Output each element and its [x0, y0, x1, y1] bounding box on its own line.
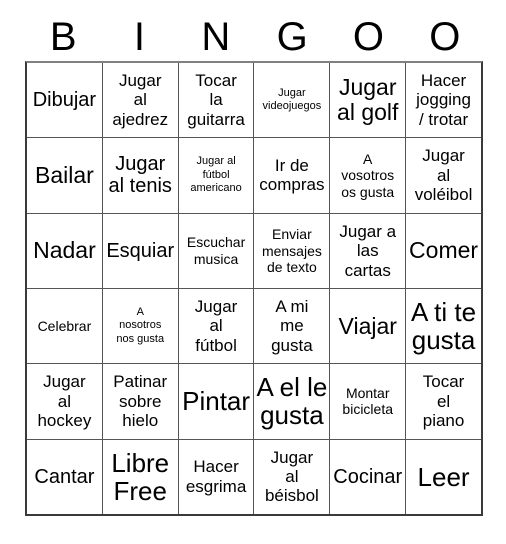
bingo-row: Nadar Esquiar Escuchar musica Enviar men…	[27, 213, 481, 289]
bingo-row: Bailar Jugar al tenis Jugar al fútbol am…	[27, 138, 481, 214]
header-letter-4: G	[276, 15, 308, 59]
bingo-row: Cantar Libre Free Hacer esgrima Jugar al…	[27, 439, 481, 514]
bingo-cell[interactable]: Jugar al hockey	[27, 364, 103, 439]
bingo-cell-label: Jugar al fútbol americano	[190, 155, 242, 195]
bingo-cell-label: Jugar al fútbol	[194, 297, 238, 355]
header-letter-2: I	[133, 15, 146, 59]
bingo-cell-label: Patinar sobre hielo	[113, 372, 168, 431]
bingo-cell-label: Esquiar	[106, 239, 175, 262]
bingo-cell-label: Jugar al hockey	[37, 372, 92, 431]
bingo-cell[interactable]: Escuchar musica	[179, 213, 255, 288]
bingo-cell[interactable]: A mi me gusta	[254, 288, 331, 364]
bingo-cell-label: Ir de compras	[259, 156, 325, 195]
bingo-row: Jugar al hockey Patinar sobre hielo Pint…	[27, 364, 481, 440]
header-letter-5: O	[352, 15, 385, 59]
bingo-cell-label: Jugar al tenis	[108, 153, 172, 198]
bingo-cell[interactable]: A ti te gusta	[406, 289, 481, 363]
bingo-cell[interactable]: Patinar sobre hielo	[103, 364, 179, 439]
bingo-cell[interactable]: Hacer jogging / trotar	[406, 63, 481, 137]
bingo-cell[interactable]: A nosotros nos gusta	[103, 288, 179, 364]
bingo-cell[interactable]: Jugar al golf	[330, 63, 407, 138]
bingo-cell-label: Celebrar	[37, 317, 92, 334]
bingo-cell[interactable]: Viajar	[330, 288, 407, 364]
bingo-cell[interactable]: A vosotros os gusta	[330, 138, 407, 213]
bingo-cell[interactable]: Hacer esgrima	[179, 439, 255, 514]
bingo-cell-label: Hacer jogging / trotar	[416, 71, 471, 129]
bingo-cell[interactable]: Comer	[406, 214, 481, 288]
bingo-cell-label: A mi me gusta	[271, 297, 313, 355]
bingo-cell-label: A el le gusta	[256, 372, 328, 431]
bingo-cell-label: Comer	[409, 237, 479, 264]
bingo-cell-label: Viajar	[338, 312, 397, 339]
bingo-cell[interactable]: Celebrar	[27, 288, 103, 364]
bingo-cell-free[interactable]: Libre Free	[103, 439, 179, 514]
bingo-cell-label: Jugar al voléibol	[414, 146, 473, 205]
bingo-grid: Dibujar Jugar al ajedrez Tocar la guitar…	[25, 61, 483, 516]
bingo-cell[interactable]: Ir de compras	[254, 138, 331, 213]
bingo-cell[interactable]: Montar bicicleta	[330, 364, 407, 439]
bingo-cell-label: A vosotros os gusta	[341, 150, 395, 200]
bingo-cell[interactable]: Jugar al béisbol	[254, 439, 331, 514]
bingo-row: Dibujar Jugar al ajedrez Tocar la guitar…	[27, 63, 481, 139]
bingo-cell[interactable]: A el le gusta	[254, 364, 331, 439]
bingo-cell-label: Hacer esgrima	[185, 457, 247, 496]
bingo-cell-label: Jugar al golf	[337, 73, 399, 126]
bingo-cell[interactable]: Nadar	[27, 213, 103, 288]
bingo-cell[interactable]: Esquiar	[103, 213, 179, 288]
bingo-cell-label: Cocinar	[333, 465, 403, 488]
bingo-cell[interactable]: Jugar al ajedrez	[103, 63, 179, 138]
header-letter-6: O	[429, 15, 461, 59]
bingo-cell-label: Tocar la guitarra	[187, 71, 245, 129]
bingo-cell-label: Enviar mensajes de texto	[261, 226, 322, 276]
bingo-cell-label: Jugar al béisbol	[264, 447, 319, 506]
bingo-cell-label: Montar bicicleta	[342, 384, 394, 418]
bingo-cell[interactable]: Cantar	[27, 439, 103, 514]
bingo-cell-label: Leer	[417, 461, 470, 492]
bingo-cell[interactable]: Jugar al voléibol	[406, 138, 481, 212]
bingo-cell[interactable]: Jugar al tenis	[103, 138, 179, 213]
bingo-cell[interactable]: Leer	[406, 440, 481, 514]
bingo-cell[interactable]: Enviar mensajes de texto	[254, 213, 331, 288]
bingo-cell-label: A nosotros nos gusta	[116, 306, 165, 345]
bingo-cell-label: Jugar al ajedrez	[112, 71, 169, 129]
bingo-row: Celebrar A nosotros nos gusta Jugar al f…	[27, 288, 481, 365]
bingo-cell-label: Bailar	[35, 161, 94, 188]
bingo-cell-label: Tocar el piano	[422, 372, 465, 431]
bingo-cell[interactable]: Jugar videojuegos	[254, 63, 331, 138]
bingo-cell-label: Nadar	[33, 237, 96, 264]
bingo-cell[interactable]: Jugar a las cartas	[330, 213, 407, 288]
bingo-cell-label: Jugar a las cartas	[339, 221, 397, 280]
bingo-cell[interactable]: Tocar la guitarra	[179, 63, 255, 138]
bingo-cell[interactable]: Dibujar	[27, 63, 103, 138]
header-letter-1: B	[49, 15, 77, 59]
bingo-cell-label: Libre Free	[111, 447, 170, 506]
bingo-header-row: B I N G O O	[25, 14, 483, 60]
header-letter-3: N	[201, 15, 231, 59]
bingo-cell[interactable]: Cocinar	[330, 439, 407, 514]
bingo-cell[interactable]: Jugar al fútbol americano	[179, 138, 255, 213]
bingo-cell[interactable]: Bailar	[27, 138, 103, 213]
bingo-cell[interactable]: Jugar al fútbol	[179, 288, 255, 364]
bingo-cell[interactable]: Tocar el piano	[406, 364, 481, 438]
bingo-cell-label: Pintar	[182, 386, 251, 417]
bingo-cell-label: Cantar	[34, 465, 95, 488]
bingo-card: B I N G O O Dibujar Jugar al ajedrez Toc…	[0, 0, 506, 544]
bingo-cell[interactable]: Pintar	[179, 364, 255, 439]
bingo-cell-label: A ti te gusta	[411, 297, 477, 356]
bingo-cell-label: Escuchar musica	[186, 234, 246, 267]
bingo-cell-label: Jugar videojuegos	[262, 86, 322, 113]
bingo-cell-label: Dibujar	[32, 88, 97, 111]
